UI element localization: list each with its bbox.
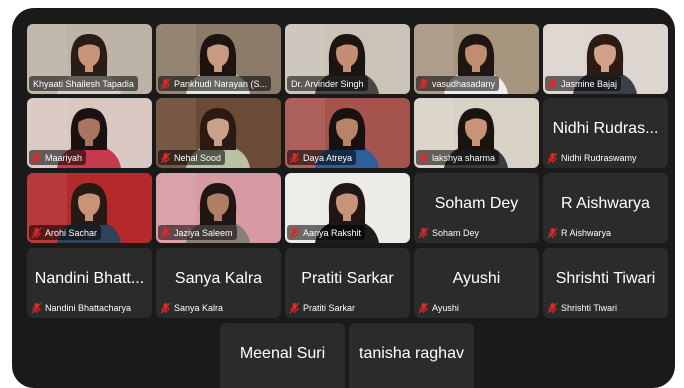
participant-name-label: Ayushi: [416, 300, 463, 315]
participant-tile-sanya-kalra[interactable]: Sanya Kalra Sanya Kalra: [156, 248, 281, 318]
participant-name: Shrishti Tiwari: [561, 302, 618, 313]
participant-name-label: Nehal Sood: [158, 150, 226, 165]
participant-name: Pankhudi Narayan (S...: [174, 78, 268, 89]
participant-name-label: Pankhudi Narayan (S...: [158, 76, 272, 91]
participant-display-name: Sanya Kalra: [174, 270, 263, 287]
participant-name: Sanya Kalra: [174, 302, 224, 313]
participant-name: Daya Atreya: [303, 152, 353, 163]
participant-name: Jasmine Bajaj: [561, 78, 618, 89]
participant-tile-maariyah[interactable]: Maariyah: [27, 98, 152, 168]
participant-tile-aanya-rakshit[interactable]: Aanya Rakshit: [285, 173, 410, 243]
participant-name: Jaziya Saleem: [174, 227, 233, 238]
participant-display-name: R Aishwarya: [561, 195, 650, 212]
muted-mic-icon: [289, 227, 300, 238]
muted-mic-icon: [160, 152, 171, 163]
participant-name-label: Dr. Arvinder Singh: [287, 76, 368, 91]
muted-mic-icon: [418, 302, 429, 313]
participant-display-name: Nandini Bhatt...: [34, 270, 145, 287]
participant-name: Aanya Rakshit: [303, 227, 362, 238]
muted-mic-icon: [160, 227, 171, 238]
muted-mic-icon: [31, 227, 42, 238]
muted-mic-icon: [547, 227, 558, 238]
participant-tile-nidhi-rudraswamy[interactable]: Nidhi Rudras... Nidhi Rudraswamy: [543, 98, 668, 168]
participant-name-label: Nandini Bhattacharya: [29, 300, 135, 315]
participant-name-label: R Aishwarya: [545, 225, 615, 240]
participant-name-label: Sanya Kalra: [158, 300, 227, 315]
muted-mic-icon: [547, 152, 558, 163]
participant-tile-tanisha-raghav[interactable]: tanisha raghav: [349, 323, 474, 388]
participant-name-label: Maariyah: [29, 150, 87, 165]
participant-display-name: tanisha raghav: [359, 345, 464, 362]
muted-mic-icon: [418, 227, 429, 238]
participant-display-name: Shrishti Tiwari: [555, 270, 656, 287]
participant-name-label: Khyaati Shailesh Tapadia: [29, 76, 138, 91]
participant-name: Arohi Sachar: [45, 227, 98, 238]
muted-mic-icon: [418, 78, 429, 89]
participant-tile-jaziya-saleem[interactable]: Jaziya Saleem: [156, 173, 281, 243]
participant-display-name: Meenal Suri: [239, 345, 326, 362]
participant-tile-shrishti-tiwari[interactable]: Shrishti Tiwari Shrishti Tiwari: [543, 248, 668, 318]
participant-name: Nidhi Rudraswamy: [561, 152, 637, 163]
participant-tile-pratiti-sarkar[interactable]: Pratiti Sarkar Pratiti Sarkar: [285, 248, 410, 318]
muted-mic-icon: [289, 302, 300, 313]
participant-name: R Aishwarya: [561, 227, 612, 238]
participant-tile-dr-arvinder-singh[interactable]: Dr. Arvinder Singh: [285, 24, 410, 94]
muted-mic-icon: [31, 152, 42, 163]
meeting-window: Khyaati Shailesh Tapadia Pankhudi Narayan…: [12, 8, 675, 388]
participant-name-label: Pratiti Sarkar: [287, 300, 359, 315]
participant-display-name: Soham Dey: [434, 195, 519, 212]
muted-mic-icon: [547, 302, 558, 313]
participant-tile-soham-dey[interactable]: Soham Dey Soham Dey: [414, 173, 539, 243]
participant-name-label: Aanya Rakshit: [287, 225, 366, 240]
muted-mic-icon: [160, 78, 171, 89]
participant-tile-nandini-bhattacharya[interactable]: Nandini Bhatt... Nandini Bhattacharya: [27, 248, 152, 318]
participant-name: Khyaati Shailesh Tapadia: [33, 78, 134, 89]
participant-name-label: vasudhasadany: [416, 76, 500, 91]
participant-name-label: lakshya sharma: [416, 150, 500, 165]
participant-tile-arohi-sachar[interactable]: Arohi Sachar: [27, 173, 152, 243]
participant-gallery: Khyaati Shailesh Tapadia Pankhudi Narayan…: [12, 8, 675, 388]
participant-name: Soham Dey: [432, 227, 480, 238]
participant-name: Nandini Bhattacharya: [45, 302, 132, 313]
participant-tile-meenal-suri[interactable]: Meenal Suri: [220, 323, 345, 388]
participant-name: lakshya sharma: [432, 152, 496, 163]
participant-name: Nehal Sood: [174, 152, 222, 163]
participant-name-label: Arohi Sachar: [29, 225, 102, 240]
participant-name: Pratiti Sarkar: [303, 302, 356, 313]
participant-name-label: Soham Dey: [416, 225, 483, 240]
participant-tile-ayushi[interactable]: Ayushi Ayushi: [414, 248, 539, 318]
participant-tile-vasudhasadany[interactable]: vasudhasadany: [414, 24, 539, 94]
participant-display-name: Nidhi Rudras...: [552, 120, 659, 137]
participant-tile-lakshya-sharma[interactable]: lakshya sharma: [414, 98, 539, 168]
muted-mic-icon: [31, 302, 42, 313]
participant-tile-r-aishwarya[interactable]: R Aishwarya R Aishwarya: [543, 173, 668, 243]
participant-name-label: Jasmine Bajaj: [545, 76, 622, 91]
muted-mic-icon: [289, 152, 300, 163]
muted-mic-icon: [160, 302, 171, 313]
participant-tile-pankhudi-narayan-s[interactable]: Pankhudi Narayan (S...: [156, 24, 281, 94]
participant-tile-khyaati-shailesh-tapadia[interactable]: Khyaati Shailesh Tapadia: [27, 24, 152, 94]
participant-name-label: Shrishti Tiwari: [545, 300, 621, 315]
participant-name: Maariyah: [45, 152, 83, 163]
participant-name: Ayushi: [432, 302, 459, 313]
participant-name-label: Daya Atreya: [287, 150, 357, 165]
participant-tile-jasmine-bajaj[interactable]: Jasmine Bajaj: [543, 24, 668, 94]
muted-mic-icon: [547, 78, 558, 89]
participant-display-name: Pratiti Sarkar: [301, 270, 394, 287]
participant-name: Dr. Arvinder Singh: [291, 78, 364, 89]
muted-mic-icon: [418, 152, 429, 163]
participant-display-name: Ayushi: [452, 270, 501, 287]
participant-name-label: Jaziya Saleem: [158, 225, 237, 240]
participant-name-label: Nidhi Rudraswamy: [545, 150, 641, 165]
participant-name: vasudhasadany: [432, 78, 496, 89]
participant-tile-daya-atreya[interactable]: Daya Atreya: [285, 98, 410, 168]
participant-tile-nehal-sood[interactable]: Nehal Sood: [156, 98, 281, 168]
